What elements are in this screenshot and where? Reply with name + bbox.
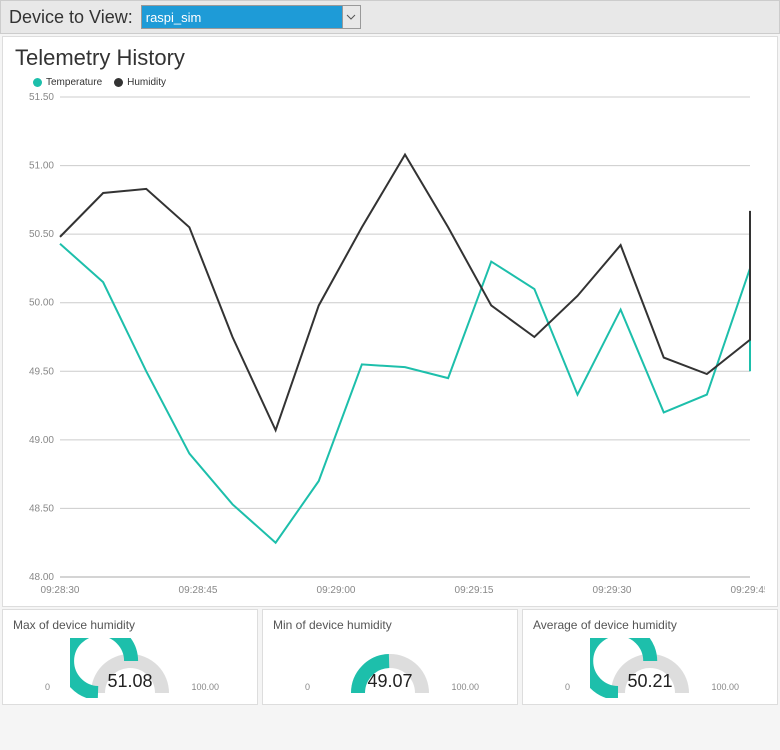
- svg-text:09:29:00: 09:29:00: [317, 585, 356, 596]
- gauge-title: Average of device humidity: [533, 618, 767, 632]
- gauge-max-label: 100.00: [711, 682, 739, 692]
- svg-text:09:28:30: 09:28:30: [41, 585, 80, 596]
- gauge-row: Max of device humidity 0 51.08 100.00 Mi…: [2, 609, 778, 705]
- svg-text:09:29:15: 09:29:15: [455, 585, 494, 596]
- gauge-value: 49.07: [367, 671, 412, 692]
- chart-legend: Temperature Humidity: [33, 77, 765, 88]
- gauge-body: 0 49.07 100.00: [273, 638, 507, 698]
- svg-text:51.00: 51.00: [29, 161, 54, 172]
- legend-dot-temperature: [33, 78, 42, 87]
- svg-text:49.00: 49.00: [29, 435, 54, 446]
- legend-dot-humidity: [114, 78, 123, 87]
- svg-text:50.50: 50.50: [29, 229, 54, 240]
- gauge-body: 0 51.08 100.00: [13, 638, 247, 698]
- svg-text:50.00: 50.00: [29, 298, 54, 309]
- gauge-avg-humidity: Average of device humidity 0 50.21 100.0…: [522, 609, 778, 705]
- legend-label-humidity: Humidity: [127, 77, 166, 88]
- svg-text:48.00: 48.00: [29, 572, 54, 583]
- legend-label-temperature: Temperature: [46, 77, 102, 88]
- gauge-max-label: 100.00: [451, 682, 479, 692]
- gauge-value: 50.21: [627, 671, 672, 692]
- svg-text:51.50: 51.50: [29, 92, 54, 103]
- svg-text:49.50: 49.50: [29, 366, 54, 377]
- gauge-min-label: 0: [305, 682, 310, 692]
- legend-item-temperature: Temperature: [33, 77, 102, 88]
- gauge-value: 51.08: [107, 671, 152, 692]
- gauge-title: Max of device humidity: [13, 618, 247, 632]
- chart-title: Telemetry History: [15, 45, 765, 71]
- legend-item-humidity: Humidity: [114, 77, 166, 88]
- header-bar: Device to View: raspi_sim: [0, 0, 780, 34]
- telemetry-panel: Telemetry History Temperature Humidity 4…: [2, 36, 778, 607]
- gauge-min-humidity: Min of device humidity 0 49.07 100.00: [262, 609, 518, 705]
- gauge-max-label: 100.00: [191, 682, 219, 692]
- svg-text:48.50: 48.50: [29, 503, 54, 514]
- device-select-value: raspi_sim: [146, 10, 202, 25]
- gauge-min-label: 0: [45, 682, 50, 692]
- chart-area: 48.00 48.50 49.00 49.50 50.00 50.50 51.00 51.50…: [15, 92, 765, 602]
- line-chart: 48.00 48.50 49.00 49.50 50.00 50.50 51.00 51.50…: [15, 92, 765, 602]
- svg-text:09:29:45: 09:29:45: [731, 585, 765, 596]
- svg-text:09:28:45: 09:28:45: [179, 585, 218, 596]
- chevron-down-icon: [342, 6, 360, 28]
- gauge-body: 0 50.21 100.00: [533, 638, 767, 698]
- gauge-max-humidity: Max of device humidity 0 51.08 100.00: [2, 609, 258, 705]
- gauge-min-label: 0: [565, 682, 570, 692]
- svg-text:09:29:30: 09:29:30: [593, 585, 632, 596]
- device-select[interactable]: raspi_sim: [141, 5, 361, 29]
- gauge-title: Min of device humidity: [273, 618, 507, 632]
- device-label: Device to View:: [9, 7, 133, 28]
